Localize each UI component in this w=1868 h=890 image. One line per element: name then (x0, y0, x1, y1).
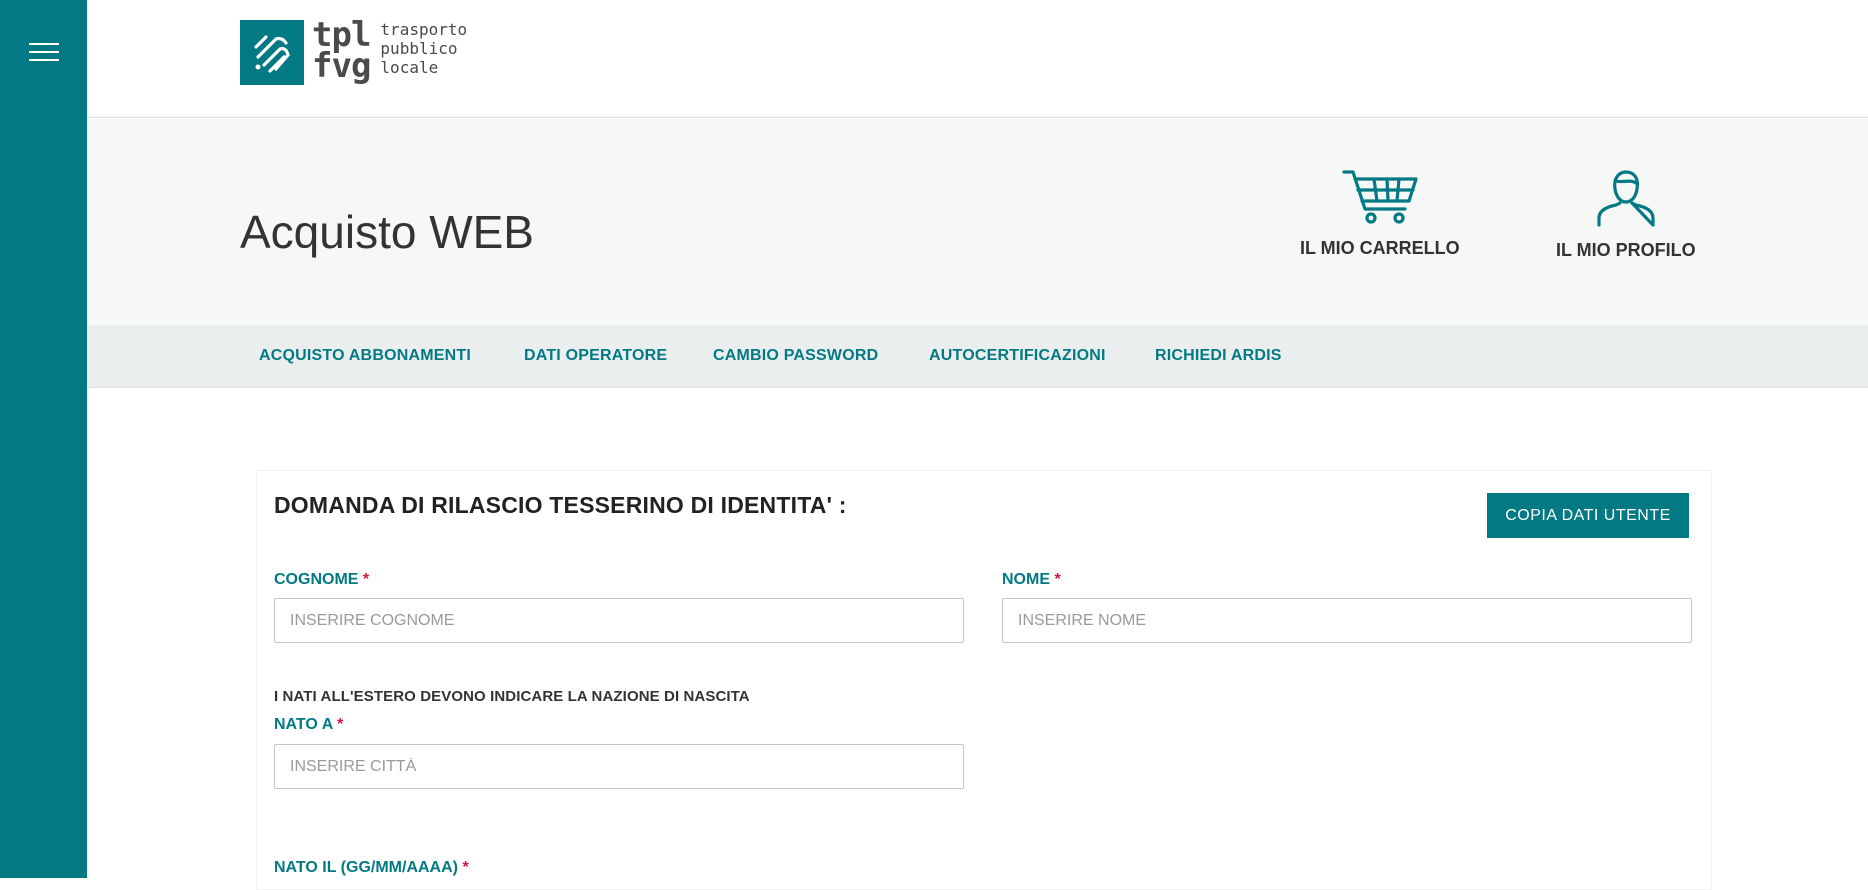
page-title: Acquisto WEB (240, 206, 534, 258)
nato-a-label-text: NATO A (274, 716, 333, 733)
profile-link[interactable]: IL MIO PROFILO (1556, 169, 1696, 261)
nav-item-autocertificazioni[interactable]: AUTOCERTIFICAZIONI (929, 347, 1106, 365)
copy-user-data-button[interactable]: COPIA DATI UTENTE (1487, 493, 1689, 538)
required-mark: * (1054, 571, 1061, 588)
required-mark: * (337, 716, 344, 733)
form-title: DOMANDA DI RILASCIO TESSERINO DI IDENTIT… (274, 492, 847, 518)
nav-item-dati-operatore[interactable]: DATI OPERATORE (524, 347, 667, 365)
cognome-label-text: COGNOME (274, 571, 359, 588)
main-nav: ACQUISTO ABBONAMENTI DATI OPERATORE CAMB… (87, 325, 1868, 388)
logo-mark-icon (240, 20, 304, 85)
cart-label: IL MIO CARRELLO (1300, 238, 1460, 258)
profile-label: IL MIO PROFILO (1556, 240, 1696, 260)
cognome-label: COGNOME * (274, 571, 369, 589)
cognome-input[interactable] (274, 598, 964, 643)
user-icon (1597, 170, 1655, 227)
sidebar (0, 0, 87, 878)
nav-item-acquisto-abbonamenti[interactable]: ACQUISTO ABBONAMENTI (259, 347, 471, 365)
nav-item-cambio-password[interactable]: CAMBIO PASSWORD (713, 347, 878, 365)
required-mark: * (362, 571, 370, 588)
nato-il-label: NATO IL (GG/MM/AAAA) * (274, 859, 469, 877)
required-mark: * (462, 859, 469, 876)
nato-a-input[interactable] (274, 744, 964, 789)
logo[interactable]: tpl fvg trasporto pubblico locale (240, 15, 468, 86)
logo-brand: tpl fvg (312, 15, 371, 86)
nato-il-label-text: NATO IL (GG/MM/AAAA) (274, 859, 458, 876)
logo-tagline: trasporto pubblico locale (380, 20, 468, 77)
page-header: Acquisto WEB IL MIO CARRELLO IL MIO PROF… (87, 119, 1868, 325)
nome-input[interactable] (1002, 598, 1692, 643)
nav-item-richiedi-ardis[interactable]: RICHIEDI ARDIS (1155, 347, 1282, 365)
nome-label: NOME * (1002, 571, 1061, 589)
cart-link[interactable]: IL MIO CARRELLO (1300, 169, 1460, 259)
menu-icon[interactable] (29, 43, 59, 65)
nome-label-text: NOME (1002, 571, 1050, 588)
top-bar: tpl fvg trasporto pubblico locale (87, 0, 1868, 118)
cart-icon (1342, 170, 1418, 224)
birthplace-note: I NATI ALL'ESTERO DEVONO INDICARE LA NAZ… (274, 688, 750, 705)
nato-a-label: NATO A * (274, 716, 343, 734)
